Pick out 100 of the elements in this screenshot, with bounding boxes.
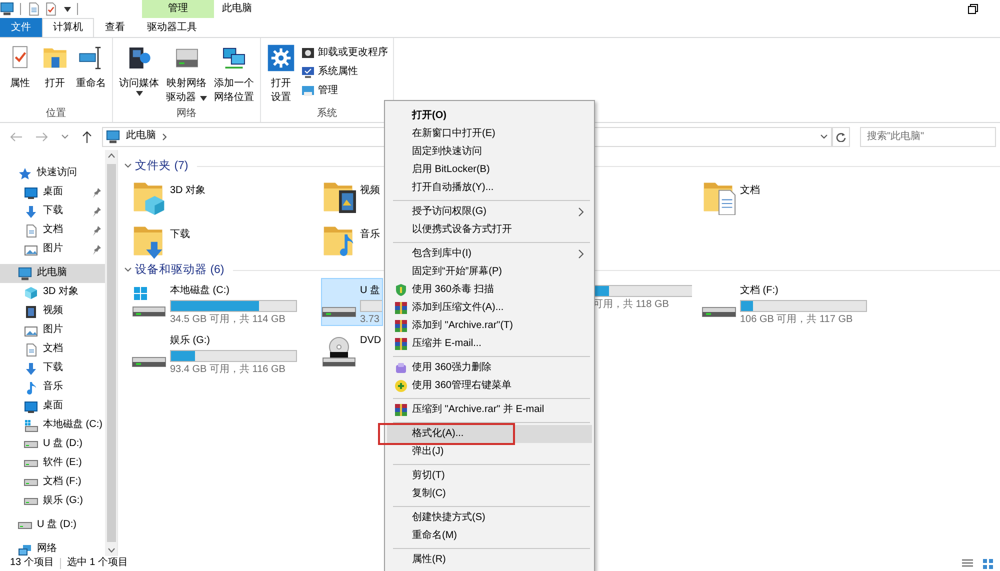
computer-icon — [18, 266, 32, 280]
program-icon — [301, 46, 315, 60]
dropdown-icon — [820, 134, 828, 140]
menu-item[interactable]: 在新窗口中打开(E) — [387, 125, 592, 143]
checklist-icon — [44, 2, 58, 16]
management-icon — [301, 84, 315, 98]
menu-item[interactable]: 压缩到 "Archive.rar" 并 E-mail — [387, 401, 592, 419]
nav-item[interactable]: 软件 (E:) — [0, 454, 105, 473]
restore-icon — [968, 4, 978, 14]
download-icon — [24, 204, 38, 218]
folder-item[interactable]: 下载 — [131, 218, 321, 262]
document-icon — [27, 2, 41, 16]
back-icon — [9, 130, 23, 142]
nav-item[interactable]: 此电脑 — [0, 264, 105, 283]
tiles-view-icon — [983, 558, 994, 568]
nav-item[interactable]: 3D 对象 — [0, 283, 105, 302]
menu-item[interactable]: 添加到 "Archive.rar"(T) — [387, 317, 592, 335]
computer-icon — [0, 2, 14, 16]
menu-item[interactable]: 包含到库中(I) — [387, 245, 592, 263]
nav-item[interactable]: 快速访问 — [0, 164, 105, 183]
archive-icon — [394, 337, 408, 351]
ribbon-button[interactable]: 系统属性 — [299, 64, 390, 80]
ribbon-tab[interactable]: 文件 — [0, 18, 42, 37]
menu-item[interactable]: 使用 360杀毒 扫描 — [387, 281, 592, 299]
nav-item[interactable]: 下载 — [0, 202, 105, 221]
menu-item[interactable]: 使用 360强力删除 — [387, 359, 592, 377]
music-note-icon — [24, 380, 38, 394]
folder-item[interactable]: 视频 — [321, 174, 383, 218]
nav-item[interactable]: 音乐 — [0, 378, 105, 397]
drive-icon — [24, 460, 38, 467]
group-label: 位置 — [45, 108, 67, 120]
ribbon-button[interactable]: 重命名 — [73, 41, 109, 94]
menu-item[interactable]: 固定到“开始”屏幕(P) — [387, 263, 592, 281]
ribbon-button[interactable]: 卸载或更改程序 — [299, 45, 390, 61]
ribbon-button[interactable]: 管理 — [299, 83, 390, 99]
drive-item[interactable]: 娱乐 (G:) 93.4 GB 可用，共 116 GB — [131, 328, 321, 376]
folder-item[interactable]: 3D 对象 — [131, 174, 321, 218]
drive-icon — [24, 498, 38, 505]
ribbon-button[interactable]: 打开 — [38, 41, 72, 94]
ribbon-button[interactable]: 访问媒体 — [116, 41, 162, 99]
menu-item[interactable]: 打开(O) — [387, 107, 592, 125]
desktop-icon — [24, 400, 38, 414]
menu-item[interactable]: 以便携式设备方式打开 — [387, 221, 592, 239]
nav-item[interactable]: 下载 — [0, 359, 105, 378]
nav-item[interactable]: 图片 — [0, 321, 105, 340]
archive-icon — [394, 301, 408, 315]
nav-item[interactable]: 视频 — [0, 302, 105, 321]
nav-item[interactable]: 图片 — [0, 240, 105, 259]
ribbon-button[interactable]: 属性 — [3, 41, 37, 94]
drive-icon — [322, 307, 356, 317]
nav-item[interactable]: 文档 (F:) — [0, 473, 105, 492]
menu-item[interactable]: 固定到快速访问 — [387, 143, 592, 161]
archive-icon — [394, 403, 408, 417]
menu-item[interactable]: 复制(C) — [387, 485, 592, 503]
system-drive-icon — [132, 287, 166, 317]
breadcrumb[interactable]: 此电脑 — [126, 130, 156, 143]
drive-icon — [132, 357, 166, 367]
menu-item[interactable]: 创建快捷方式(S) — [387, 509, 592, 527]
nav-item[interactable]: 桌面 — [0, 183, 105, 202]
menu-item[interactable]: 剪切(T) — [387, 467, 592, 485]
nav-item[interactable]: 文档 — [0, 340, 105, 359]
folder-item[interactable]: 文档 — [701, 174, 891, 218]
nav-item[interactable]: 娱乐 (G:) — [0, 492, 105, 511]
menu-item[interactable]: 压缩并 E-mail... — [387, 335, 592, 353]
search-field[interactable]: 搜索"此电脑" — [860, 126, 996, 146]
nav-item[interactable]: U 盘 (D:) — [0, 435, 105, 454]
refresh-button[interactable] — [832, 126, 850, 146]
menu-item[interactable]: 格式化(A)... — [387, 425, 592, 443]
window-title: 此电脑 — [222, 2, 252, 16]
cube-icon — [24, 286, 38, 300]
menu-item[interactable]: 属性(R) — [387, 551, 592, 569]
menu-item[interactable]: 弹出(J) — [387, 443, 592, 461]
folder-item[interactable]: 音乐 — [321, 218, 383, 262]
nav-item[interactable]: 桌面 — [0, 397, 105, 416]
drive-item[interactable]: U 盘 3.73 — [321, 278, 383, 326]
menu-item[interactable]: 打开自动播放(Y)... — [387, 179, 592, 197]
film-icon — [24, 304, 38, 318]
drive-icon — [24, 441, 38, 448]
scrollbar[interactable] — [105, 150, 117, 556]
drive-item[interactable]: 本地磁盘 (C:) 34.5 GB 可用，共 114 GB — [131, 278, 321, 326]
menu-item[interactable]: 启用 BitLocker(B) — [387, 161, 592, 179]
ribbon-tab[interactable]: 计算机 — [42, 18, 94, 37]
nav-item[interactable]: 本地磁盘 (C:) — [0, 416, 105, 435]
menu-item[interactable]: 重命名(M) — [387, 527, 592, 545]
status-text: 选中 1 个项目 — [66, 557, 128, 570]
nav-item[interactable]: U 盘 (D:) — [0, 516, 105, 535]
details-view-button[interactable] — [960, 558, 975, 568]
nav-item[interactable]: 文档 — [0, 221, 105, 240]
scrollbar-thumb[interactable] — [106, 164, 116, 542]
ribbon-button[interactable]: 打开 设置 — [264, 41, 298, 108]
ribbon-button[interactable]: 映射网络 驱动器 — [163, 41, 210, 108]
ribbon-button[interactable]: 添加一个 网络位置 — [211, 41, 257, 108]
list-view-icon — [962, 558, 973, 568]
drive-icon — [18, 522, 32, 529]
menu-item[interactable]: 添加到压缩文件(A)... — [387, 299, 592, 317]
group-label: 系统 — [316, 108, 338, 120]
drive-item[interactable]: DVD — [321, 328, 383, 376]
menu-item[interactable]: 授予访问权限(G) — [387, 203, 592, 221]
menu-item[interactable]: 使用 360管理右键菜单 — [387, 377, 592, 395]
computer-icon — [106, 130, 120, 144]
